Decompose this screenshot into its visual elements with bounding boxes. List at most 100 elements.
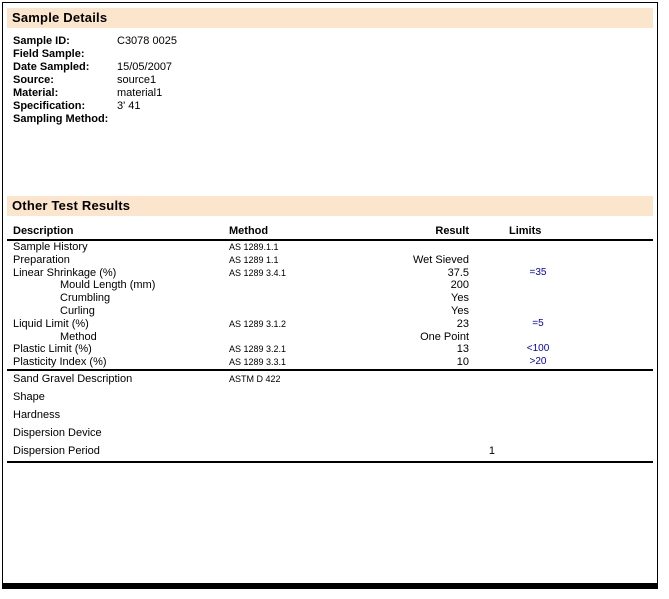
field-label: Field Sample: xyxy=(7,48,117,61)
field-row-sampling-method: Sampling Method: xyxy=(7,113,653,126)
table-row-liquid-limit: Liquid Limit (%) AS 1289 3.1.2 23 =5 xyxy=(7,318,653,331)
field-value: 3' 41 xyxy=(117,100,141,113)
cell-limit xyxy=(497,443,579,461)
cell-method: AS 1289 3.2.1 xyxy=(229,343,377,356)
field-label: Date Sampled: xyxy=(7,61,117,74)
cell-method: AS 1289 3.3.1 xyxy=(229,356,377,369)
cell-result: 13 xyxy=(377,343,469,356)
cell-limit xyxy=(497,407,579,425)
cell-limit xyxy=(497,292,579,305)
cell-result: Yes xyxy=(377,292,469,305)
cell-limit xyxy=(497,425,579,443)
cell-method xyxy=(229,279,377,292)
cell-method: AS 1289 3.1.2 xyxy=(229,318,377,331)
cell-method xyxy=(229,425,377,443)
cell-method xyxy=(229,292,377,305)
table-row-linear-shrinkage: Linear Shrinkage (%) AS 1289 3.4.1 37.5 … xyxy=(7,267,653,280)
cell-limit xyxy=(497,331,579,344)
cell-limit xyxy=(497,279,579,292)
cell-description: Method xyxy=(7,331,229,344)
cell-method: AS 1289 1.1 xyxy=(229,254,377,267)
field-label: Sampling Method: xyxy=(7,113,117,126)
cell-limit xyxy=(497,389,579,407)
field-value: C3078 0025 xyxy=(117,35,177,48)
results-table-body: Sample History AS 1289.1.1 Preparation A… xyxy=(7,241,653,463)
cell-limit: >20 xyxy=(497,356,579,369)
cell-method xyxy=(229,407,377,425)
table-row-sand-gravel-description: Sand Gravel Description ASTM D 422 xyxy=(7,371,653,389)
cell-result: 10 xyxy=(377,356,469,369)
table-row-plastic-limit: Plastic Limit (%) AS 1289 3.2.1 13 <100 xyxy=(7,343,653,356)
cell-description: Crumbling xyxy=(7,292,229,305)
cell-result: Wet Sieved xyxy=(377,254,469,267)
cell-limit xyxy=(497,254,579,267)
cell-description: Liquid Limit (%) xyxy=(7,318,229,331)
table-row-sample-history: Sample History AS 1289.1.1 xyxy=(7,241,653,254)
cell-limit xyxy=(497,371,579,389)
field-value: 15/05/2007 xyxy=(117,61,172,74)
table-row-crumbling: Crumbling Yes xyxy=(7,292,653,305)
cell-description: Plasticity Index (%) xyxy=(7,356,229,369)
cell-result xyxy=(377,389,469,407)
report-page: Sample Details Sample ID: C3078 0025 Fie… xyxy=(2,2,658,589)
table-row-dispersion-device: Dispersion Device xyxy=(7,425,653,443)
cell-method xyxy=(229,389,377,407)
cell-description: Dispersion Period xyxy=(7,443,229,461)
cell-limit: =35 xyxy=(497,267,579,280)
cell-description: Curling xyxy=(7,305,229,318)
field-label: Specification: xyxy=(7,100,117,113)
cell-method xyxy=(229,305,377,318)
table-row-dispersion-period: Dispersion Period 1 xyxy=(7,443,653,461)
sample-details-title: Sample Details xyxy=(12,10,107,25)
field-row-date-sampled: Date Sampled: 15/05/2007 xyxy=(7,61,653,74)
field-value: material1 xyxy=(117,87,162,100)
cell-result xyxy=(377,407,469,425)
table-row-shape: Shape xyxy=(7,389,653,407)
column-header-result: Result xyxy=(377,225,469,237)
cell-result: Yes xyxy=(377,305,469,318)
cell-result xyxy=(377,425,469,443)
cell-result xyxy=(377,371,469,389)
cell-description: Hardness xyxy=(7,407,229,425)
field-label: Sample ID: xyxy=(7,35,117,48)
field-value: source1 xyxy=(117,74,156,87)
cell-limit xyxy=(497,305,579,318)
cell-method xyxy=(229,443,377,461)
cell-method: ASTM D 422 xyxy=(229,371,377,389)
cell-description: Shape xyxy=(7,389,229,407)
cell-limit xyxy=(497,241,579,254)
cell-description: Sand Gravel Description xyxy=(7,371,229,389)
cell-result: 23 xyxy=(377,318,469,331)
other-test-results-title: Other Test Results xyxy=(12,198,130,213)
cell-result: One Point xyxy=(377,331,469,344)
field-label: Material: xyxy=(7,87,117,100)
sample-details-fields: Sample ID: C3078 0025 Field Sample: Date… xyxy=(7,35,653,126)
sample-details-header: Sample Details xyxy=(7,8,653,28)
field-row-field-sample: Field Sample: xyxy=(7,48,653,61)
cell-description: Sample History xyxy=(7,241,229,254)
cell-description: Preparation xyxy=(7,254,229,267)
cell-description: Dispersion Device xyxy=(7,425,229,443)
field-row-material: Material: material1 xyxy=(7,87,653,100)
field-row-sample-id: Sample ID: C3078 0025 xyxy=(7,35,653,48)
cell-description: Linear Shrinkage (%) xyxy=(7,267,229,280)
cell-limit: <100 xyxy=(497,343,579,356)
cell-result: 200 xyxy=(377,279,469,292)
cell-description: Plastic Limit (%) xyxy=(7,343,229,356)
column-header-limits: Limits xyxy=(469,225,653,237)
cell-method xyxy=(229,331,377,344)
field-row-specification: Specification: 3' 41 xyxy=(7,100,653,113)
field-label: Source: xyxy=(7,74,117,87)
cell-method: AS 1289 3.4.1 xyxy=(229,267,377,280)
cell-description: Mould Length (mm) xyxy=(7,279,229,292)
cell-method: AS 1289.1.1 xyxy=(229,241,377,254)
column-header-description: Description xyxy=(7,225,229,237)
results-table-header: Description Method Result Limits xyxy=(7,225,653,241)
cell-result xyxy=(377,241,469,254)
other-test-results-header: Other Test Results xyxy=(7,196,653,216)
other-test-results-section: Other Test Results Description Method Re… xyxy=(7,196,653,463)
cell-result: 37.5 xyxy=(377,267,469,280)
table-row-curling: Curling Yes xyxy=(7,305,653,318)
table-bottom-line xyxy=(7,461,653,463)
field-row-source: Source: source1 xyxy=(7,74,653,87)
